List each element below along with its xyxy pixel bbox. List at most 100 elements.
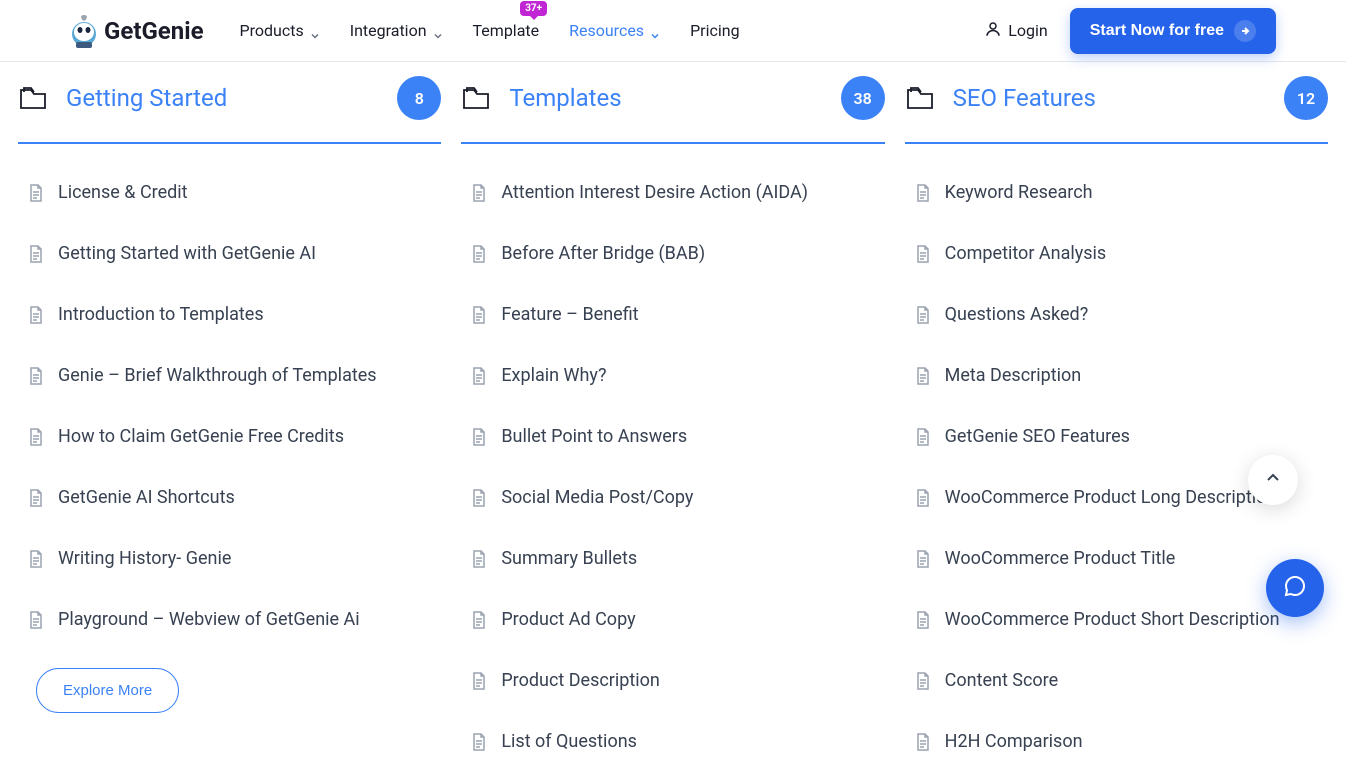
doc-link[interactable]: Product Ad Copy [469,599,876,640]
card-body: License & Credit Getting Started with Get… [18,172,441,640]
doc-label: WooCommerce Product Short Description [945,609,1280,630]
doc-link[interactable]: GetGenie SEO Features [913,416,1320,457]
doc-link[interactable]: Meta Description [913,355,1320,396]
doc-label: Summary Bullets [501,548,637,569]
doc-link[interactable]: GetGenie AI Shortcuts [26,477,433,518]
doc-label: GetGenie AI Shortcuts [58,487,235,508]
doc-link[interactable]: WooCommerce Product Short Description [913,599,1320,640]
nav-item-pricing[interactable]: Pricing [690,21,740,40]
document-icon [915,367,931,385]
document-icon [471,550,487,568]
nav-item-products[interactable]: Products [240,21,320,40]
doc-label: Bullet Point to Answers [501,426,687,447]
explore-more-button[interactable]: Explore More [36,668,179,713]
doc-link[interactable]: Genie – Brief Walkthrough of Templates [26,355,433,396]
document-icon [28,550,44,568]
nav-item-integration[interactable]: Integration [350,21,443,40]
doc-label: Before After Bridge (BAB) [501,243,705,264]
card-title[interactable]: Getting Started [66,84,227,112]
logo-icon [70,12,98,50]
folder-icon [18,82,50,114]
nav-label: Products [240,21,304,40]
doc-label: H2H Comparison [945,731,1083,752]
count-badge: 12 [1284,76,1328,120]
doc-label: List of Questions [501,731,637,752]
count-badge: 8 [397,76,441,120]
doc-label: Attention Interest Desire Action (AIDA) [501,182,808,203]
doc-link[interactable]: Content Score [913,660,1320,701]
document-icon [471,489,487,507]
doc-label: Product Ad Copy [501,609,635,630]
category-card: Templates 38 Attention Interest Desire Act… [461,76,884,782]
doc-label: License & Credit [58,182,188,203]
login-label: Login [1008,21,1047,40]
doc-link[interactable]: Product Description [469,660,876,701]
doc-label: Content Score [945,670,1059,691]
nav-label: Pricing [690,21,740,40]
arrow-right-icon [1234,20,1256,42]
doc-link[interactable]: Keyword Research [913,172,1320,213]
nav-label: Integration [350,21,427,40]
chevron-down-icon [433,26,443,36]
document-icon [471,184,487,202]
document-icon [471,428,487,446]
doc-link[interactable]: Playground – Webview of GetGenie Ai [26,599,433,640]
cta-label: Start Now for free [1090,22,1224,40]
count-badge: 38 [841,76,885,120]
folder-icon [905,82,937,114]
doc-link[interactable]: Summary Bullets [469,538,876,579]
card-header: SEO Features 12 [905,76,1328,144]
doc-label: WooCommerce Product Long Description [945,487,1277,508]
logo-text: GetGenie [104,17,204,45]
doc-label: Getting Started with GetGenie AI [58,243,316,264]
document-icon [28,245,44,263]
doc-link[interactable]: Before After Bridge (BAB) [469,233,876,274]
doc-link[interactable]: Bullet Point to Answers [469,416,876,457]
document-icon [915,733,931,751]
doc-link[interactable]: Questions Asked? [913,294,1320,335]
document-icon [28,184,44,202]
nav-label: Template [473,21,540,40]
doc-label: Competitor Analysis [945,243,1107,264]
doc-link[interactable]: List of Questions [469,721,876,762]
document-icon [915,306,931,324]
nav-item-template[interactable]: Template37+ [473,21,540,40]
doc-label: How to Claim GetGenie Free Credits [58,426,344,447]
doc-link[interactable]: How to Claim GetGenie Free Credits [26,416,433,457]
document-icon [471,733,487,751]
doc-link[interactable]: Writing History- Genie [26,538,433,579]
doc-link[interactable]: Getting Started with GetGenie AI [26,233,433,274]
doc-label: Social Media Post/Copy [501,487,693,508]
logo[interactable]: GetGenie [70,12,204,50]
doc-link[interactable]: Introduction to Templates [26,294,433,335]
doc-link[interactable]: Social Media Post/Copy [469,477,876,518]
document-icon [28,489,44,507]
doc-label: Feature – Benefit [501,304,638,325]
document-icon [28,428,44,446]
card-body: Attention Interest Desire Action (AIDA) B… [461,172,884,762]
doc-link[interactable]: H2H Comparison [913,721,1320,762]
doc-label: Explain Why? [501,365,606,386]
nav-item-resources[interactable]: Resources [569,21,660,40]
doc-label: Product Description [501,670,660,691]
doc-link[interactable]: License & Credit [26,172,433,213]
document-icon [915,672,931,690]
doc-link[interactable]: Attention Interest Desire Action (AIDA) [469,172,876,213]
chat-button[interactable] [1266,559,1324,617]
login-link[interactable]: Login [984,20,1047,42]
user-icon [984,20,1002,42]
doc-link[interactable]: WooCommerce Product Title [913,538,1320,579]
doc-link[interactable]: Competitor Analysis [913,233,1320,274]
doc-link[interactable]: Explain Why? [469,355,876,396]
main-nav: Products Integration Template37+ Resources P… [240,21,740,40]
chat-icon [1282,573,1308,603]
scroll-top-button[interactable] [1248,455,1298,505]
chevron-up-icon [1265,470,1281,490]
card-title[interactable]: SEO Features [953,84,1096,112]
doc-label: Playground – Webview of GetGenie Ai [58,609,360,630]
start-now-button[interactable]: Start Now for free [1070,8,1276,54]
document-icon [915,245,931,263]
document-icon [471,611,487,629]
card-title[interactable]: Templates [509,84,621,112]
doc-link[interactable]: Feature – Benefit [469,294,876,335]
